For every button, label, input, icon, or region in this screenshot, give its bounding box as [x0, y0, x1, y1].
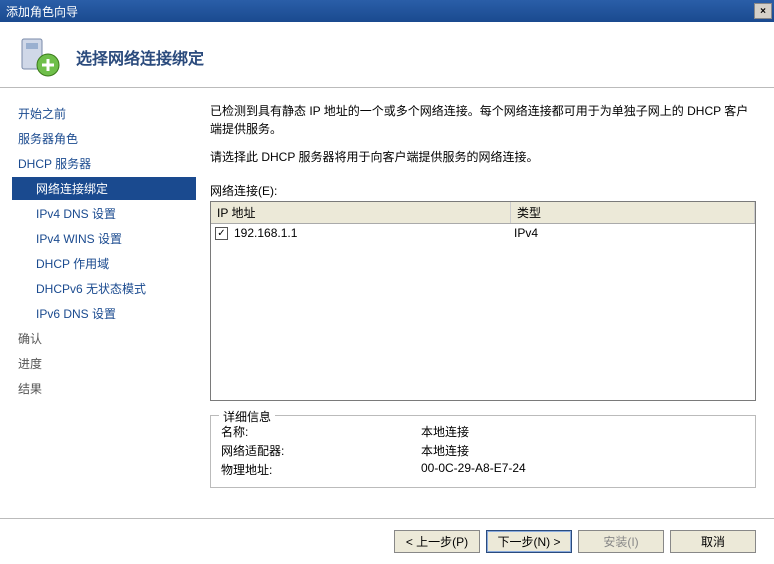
details-label: 物理地址:	[221, 461, 421, 478]
sidebar-item[interactable]: IPv4 WINS 设置	[12, 227, 196, 250]
install-button: 安装(I)	[578, 530, 664, 553]
description-text-2: 请选择此 DHCP 服务器将用于向客户端提供服务的网络连接。	[210, 148, 756, 166]
details-label: 名称:	[221, 423, 421, 440]
wizard-content: 已检测到具有静态 IP 地址的一个或多个网络连接。每个网络连接都可用于为单独子网…	[200, 88, 774, 518]
details-label: 网络适配器:	[221, 442, 421, 459]
wizard-icon	[18, 35, 62, 79]
details-value: 00-0C-29-A8-E7-24	[421, 461, 526, 478]
column-ip[interactable]: IP 地址	[211, 202, 511, 223]
sidebar-item[interactable]: IPv4 DNS 设置	[12, 202, 196, 225]
sidebar-item[interactable]: DHCP 作用域	[12, 252, 196, 275]
window-title: 添加角色向导	[6, 3, 78, 20]
previous-button[interactable]: < 上一步(P)	[394, 530, 480, 553]
connections-label: 网络连接(E):	[210, 182, 756, 199]
next-button[interactable]: 下一步(N) >	[486, 530, 572, 553]
close-icon: ×	[760, 6, 766, 17]
page-title: 选择网络连接绑定	[76, 45, 204, 69]
row-type: IPv4	[514, 226, 751, 240]
wizard-footer: < 上一步(P) 下一步(N) > 安装(I) 取消	[0, 518, 774, 564]
connections-list[interactable]: IP 地址 类型 ✓ 192.168.1.1IPv4	[210, 201, 756, 401]
details-value: 本地连接	[421, 442, 469, 459]
sidebar-item[interactable]: 开始之前	[12, 102, 196, 125]
details-row: 名称:本地连接	[221, 422, 745, 441]
details-row: 网络适配器:本地连接	[221, 441, 745, 460]
details-value: 本地连接	[421, 423, 469, 440]
wizard-header: 选择网络连接绑定	[0, 22, 774, 88]
connection-row[interactable]: ✓ 192.168.1.1IPv4	[211, 224, 755, 242]
sidebar-item[interactable]: 进度	[12, 352, 196, 375]
wizard-sidebar: 开始之前服务器角色DHCP 服务器网络连接绑定IPv4 DNS 设置IPv4 W…	[0, 88, 200, 518]
close-button[interactable]: ×	[754, 3, 772, 19]
sidebar-item[interactable]: 网络连接绑定	[12, 177, 196, 200]
sidebar-item[interactable]: DHCP 服务器	[12, 152, 196, 175]
cancel-button[interactable]: 取消	[670, 530, 756, 553]
details-title: 详细信息	[219, 408, 275, 425]
sidebar-item[interactable]: IPv6 DNS 设置	[12, 302, 196, 325]
row-checkbox[interactable]: ✓	[215, 227, 228, 240]
list-header: IP 地址 类型	[211, 202, 755, 224]
sidebar-item[interactable]: 服务器角色	[12, 127, 196, 150]
description-text-1: 已检测到具有静态 IP 地址的一个或多个网络连接。每个网络连接都可用于为单独子网…	[210, 102, 756, 138]
sidebar-item[interactable]: 确认	[12, 327, 196, 350]
details-group: 详细信息 名称:本地连接网络适配器:本地连接物理地址:00-0C-29-A8-E…	[210, 415, 756, 488]
sidebar-item[interactable]: 结果	[12, 377, 196, 400]
column-type[interactable]: 类型	[511, 202, 755, 223]
sidebar-item[interactable]: DHCPv6 无状态模式	[12, 277, 196, 300]
details-row: 物理地址:00-0C-29-A8-E7-24	[221, 460, 745, 479]
row-ip: 192.168.1.1	[234, 226, 514, 240]
titlebar: 添加角色向导 ×	[0, 0, 774, 22]
